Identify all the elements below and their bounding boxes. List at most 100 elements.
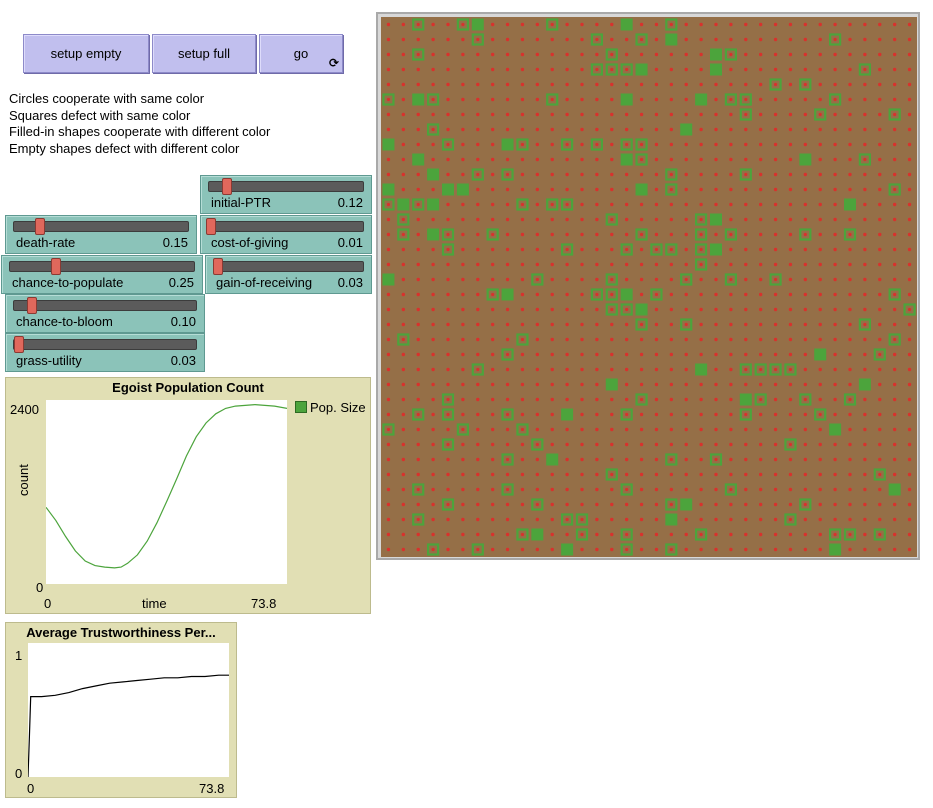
grass-dot: [505, 277, 510, 282]
slider-track[interactable]: [205, 218, 364, 235]
grass-dot: [758, 187, 763, 192]
grass-dot: [624, 397, 629, 402]
slider-grass-utility[interactable]: grass-utility 0.03: [5, 333, 205, 372]
grass-dot: [639, 112, 644, 117]
grass-dot: [684, 337, 688, 342]
grass-dot: [520, 187, 525, 192]
grass-dot: [714, 127, 718, 132]
grass-dot: [848, 547, 852, 552]
grass-dot: [848, 382, 852, 387]
grass-dot: [803, 547, 808, 552]
slider-track[interactable]: [9, 258, 195, 275]
grass-dot: [639, 172, 644, 177]
slider-track[interactable]: [13, 336, 197, 353]
world-view[interactable]: [376, 12, 920, 560]
grass-dot: [907, 67, 912, 72]
agent-filled-square: [710, 213, 722, 226]
grass-dot: [878, 262, 882, 267]
go-button[interactable]: go ⟳: [259, 34, 343, 73]
slider-chance-to-populate[interactable]: chance-to-populate 0.25: [1, 255, 203, 294]
agent-filled-square: [635, 183, 648, 196]
grass-dot: [684, 487, 688, 492]
setup-full-button[interactable]: setup full: [152, 34, 256, 73]
grass-dot: [803, 247, 808, 252]
grass-dot: [803, 352, 808, 357]
grass-dot: [863, 232, 867, 237]
slider-thumb[interactable]: [14, 336, 25, 353]
grass-dot: [490, 262, 495, 267]
grass-dot: [818, 397, 822, 402]
grass-dot: [625, 142, 629, 147]
grass-dot: [580, 397, 584, 402]
plot-title: Average Trustworthiness Per...: [26, 625, 216, 640]
grass-dot: [446, 112, 450, 117]
grass-dot: [729, 442, 733, 447]
grass-dot: [699, 487, 703, 492]
grass-dot: [416, 22, 420, 27]
grass-dot: [461, 472, 465, 477]
grass-dot: [863, 367, 867, 372]
slider-thumb[interactable]: [27, 297, 38, 314]
world-canvas[interactable]: [381, 17, 917, 557]
slider-track[interactable]: [208, 178, 364, 195]
slider-gain-of-receiving[interactable]: gain-of-receiving 0.03: [205, 255, 372, 294]
grass-dot: [580, 322, 584, 327]
grass-dot: [446, 52, 450, 57]
grass-dot: [595, 202, 599, 207]
x-max-label: 73.8: [199, 781, 225, 796]
grass-dot: [520, 217, 525, 222]
world-background: [381, 17, 917, 557]
grass-dot: [818, 157, 822, 162]
grass-dot: [386, 397, 391, 402]
grass-dot: [729, 157, 733, 162]
grass-dot: [878, 52, 882, 57]
grass-dot: [610, 472, 614, 477]
grass-dot: [639, 397, 644, 402]
grass-dot: [788, 67, 793, 72]
grass-dot: [654, 322, 659, 327]
setup-empty-button[interactable]: setup empty: [23, 34, 149, 73]
grass-dot: [669, 442, 674, 447]
grass-dot: [476, 442, 480, 447]
grass-dot: [446, 457, 450, 462]
slider-thumb[interactable]: [205, 218, 216, 235]
slider-track[interactable]: [13, 297, 197, 314]
agent-filled-square: [829, 423, 842, 436]
slider-death-rate[interactable]: death-rate 0.15: [5, 215, 197, 254]
grass-dot: [729, 217, 733, 222]
slider-track[interactable]: [213, 258, 364, 275]
grass-dot: [714, 112, 718, 117]
grass-dot: [490, 307, 495, 312]
slider-thumb[interactable]: [213, 258, 224, 275]
grass-dot: [490, 67, 495, 72]
grass-dot: [431, 427, 435, 432]
grass-dot: [758, 157, 763, 162]
grass-dot: [818, 82, 822, 87]
grass-dot: [684, 157, 688, 162]
slider-track[interactable]: [13, 218, 189, 235]
grass-dot: [818, 382, 822, 387]
grass-dot: [878, 442, 882, 447]
slider-cost-of-giving[interactable]: cost-of-giving 0.01: [200, 215, 372, 254]
grass-dot: [520, 262, 525, 267]
grass-dot: [744, 142, 748, 147]
grass-dot: [401, 67, 406, 72]
slider-thumb[interactable]: [51, 258, 61, 275]
grass-dot: [610, 37, 614, 42]
grass-dot: [535, 217, 540, 222]
grass-dot: [907, 442, 912, 447]
slider-thumb[interactable]: [222, 178, 233, 195]
grass-dot: [803, 52, 808, 57]
grass-dot: [803, 412, 808, 417]
slider-chance-to-bloom[interactable]: chance-to-bloom 0.10: [5, 294, 205, 333]
grass-dot: [714, 427, 718, 432]
grass-dot: [431, 457, 435, 462]
grass-dot: [490, 277, 495, 282]
grass-dot: [714, 472, 718, 477]
grass-dot: [892, 142, 897, 147]
slider-initial-ptr[interactable]: initial-PTR 0.12: [200, 175, 372, 214]
grass-dot: [476, 307, 480, 312]
grass-dot: [699, 292, 703, 297]
slider-thumb[interactable]: [35, 218, 46, 235]
grass-dot: [610, 232, 614, 237]
